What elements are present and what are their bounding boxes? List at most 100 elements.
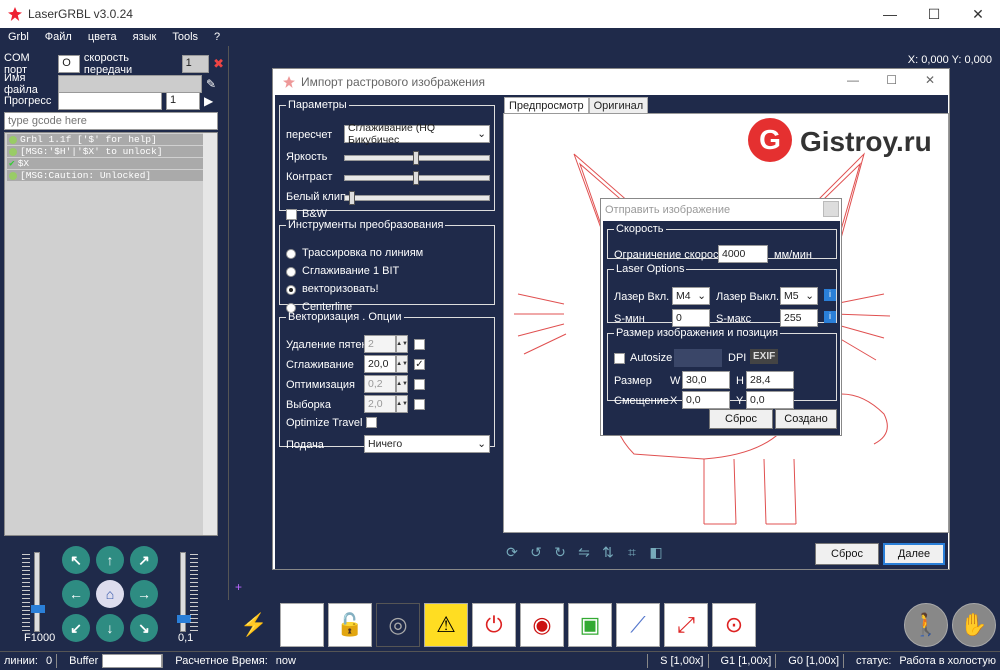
center-icon[interactable]: ◎ [376,603,420,647]
autosize-checkbox[interactable] [614,353,625,364]
speed-slider[interactable] [31,552,45,632]
connect-icon[interactable]: ⚡ [232,603,276,647]
despeckle-checkbox[interactable] [414,339,425,350]
run-icon[interactable]: ▶ [204,94,213,108]
smooth-spinner[interactable]: ▲▼ [396,355,408,373]
home-machine-icon[interactable]: ⌂ [280,603,324,647]
rotate-right-icon[interactable]: ↻ [551,543,569,561]
tool-radio-trace[interactable] [286,249,296,259]
dialog-minimize-button[interactable]: — [847,73,859,87]
rotate-icon[interactable]: ⟳ [503,543,521,561]
hold-icon[interactable]: ✋ [952,603,996,647]
tool-radio-vectorize[interactable] [286,285,296,295]
minimize-button[interactable]: — [868,0,912,28]
optimize-travel-checkbox[interactable] [366,417,377,428]
com-select[interactable]: O [58,55,80,73]
target-icon[interactable]: ◉ [520,603,564,647]
speed-limit-input[interactable]: 4000 [718,245,768,263]
smax-input[interactable]: 255 [780,309,818,327]
offset-y-input[interactable]: 0,0 [746,391,794,409]
g0-override[interactable]: G0 [1,00x] [784,655,843,667]
axis-icon[interactable]: ⟋ [616,603,660,647]
offset-x-input[interactable]: 0,0 [682,391,730,409]
brightness-slider[interactable] [344,151,490,165]
menu-file[interactable]: Файл [37,31,80,43]
feed-select[interactable]: Ничего ⌄ [364,435,490,453]
optimize-checkbox[interactable] [414,379,425,390]
menu-colors[interactable]: цвета [80,31,125,43]
sampling-spinner[interactable]: ▲▼ [396,395,408,413]
home-button[interactable]: ⌂ [96,580,124,608]
optimize-input[interactable]: 0,2 [364,375,396,393]
open-file-icon[interactable]: ✎ [206,77,216,91]
laser-off-select[interactable]: M5 ⌄ [780,287,818,305]
flip-vertical-icon[interactable]: ⇅ [599,543,617,561]
tab-original[interactable]: Оригинал [588,97,649,114]
jog-down-button[interactable]: ↓ [96,614,124,642]
send-reset-button[interactable]: Сброс [709,409,773,429]
jog-down-left-button[interactable]: ↙ [62,614,90,642]
s-override[interactable]: S [1,00x] [656,655,707,667]
tab-preview[interactable]: Предпросмотр [504,97,589,114]
step-slider[interactable] [177,552,191,632]
baud-select[interactable]: 1 [181,55,210,73]
jog-left-button[interactable]: ← [62,580,90,608]
smin-input[interactable]: 0 [672,309,710,327]
menu-tools[interactable]: Tools [164,31,206,43]
menu-help[interactable]: ? [206,31,228,43]
despeckle-spinner[interactable]: ▲▼ [396,335,408,353]
stop-icon[interactable]: ⏻ [472,603,516,647]
send-dialog-close-button[interactable] [823,201,839,217]
spot-icon[interactable]: ⊙ [712,603,756,647]
sampling-input[interactable]: 2,0 [364,395,396,413]
disconnect-icon[interactable]: ✖ [213,56,224,72]
contrast-slider[interactable] [344,171,490,185]
laser-on-select[interactable]: M4 ⌄ [672,287,710,305]
dialog-reset-button[interactable]: Сброс [815,543,879,565]
walk-icon[interactable]: 🚶 [904,603,948,647]
rotate-left-icon[interactable]: ↺ [527,543,545,561]
autosize-label: Autosize [630,352,673,364]
optimize-spinner[interactable]: ▲▼ [396,375,408,393]
jog-up-button[interactable]: ↑ [96,546,124,574]
send-create-button[interactable]: Создано [775,409,837,429]
menu-language[interactable]: язык [125,31,165,43]
copies-stepper[interactable]: 1 [166,92,200,110]
exif-button[interactable]: EXIF [750,349,779,364]
jog-down-right-button[interactable]: ↘ [130,614,158,642]
white-clip-slider[interactable] [344,191,490,205]
gcode-input[interactable] [4,112,218,130]
jog-right-button[interactable]: → [130,580,158,608]
resample-select[interactable]: Сглаживание (HQ Бикубичес ⌄ [344,122,490,146]
resize-icon[interactable]: ⤢ [664,603,708,647]
sampling-checkbox[interactable] [414,399,425,410]
dpi-input[interactable] [674,349,722,367]
jog-up-left-button[interactable]: ↖ [62,546,90,574]
crop-icon[interactable]: ⌗ [623,543,641,561]
despeckle-label: Удаление пятен [286,339,368,351]
jog-up-right-button[interactable]: ↗ [130,546,158,574]
menu-grbl[interactable]: Grbl [0,31,37,43]
laser-warning-icon[interactable]: ⚠ [424,603,468,647]
smooth-input[interactable]: 20,0 [364,355,396,373]
flip-horizontal-icon[interactable]: ⇋ [575,543,593,561]
close-button[interactable]: ✕ [956,0,1000,28]
state-label: статус: [856,655,892,667]
tool-radio-dither[interactable] [286,267,296,277]
unlock-icon[interactable]: 🔓 [328,603,372,647]
dialog-close-button[interactable]: ✕ [925,73,935,87]
despeckle-input[interactable]: 2 [364,335,396,353]
dialog-next-button[interactable]: Далее [883,543,945,565]
console-scrollbar[interactable] [203,133,217,535]
dialog-maximize-button[interactable]: ☐ [886,73,897,87]
height-input[interactable]: 28,4 [746,371,794,389]
g1-override[interactable]: G1 [1,00x] [717,655,776,667]
invert-icon[interactable]: ◧ [647,543,665,561]
maximize-button[interactable]: ☐ [912,0,956,28]
laser-info-icon[interactable]: i [824,289,836,301]
smooth-checkbox[interactable]: ✓ [414,359,425,370]
power-info-icon[interactable]: i [824,311,836,323]
width-input[interactable]: 30,0 [682,371,730,389]
contrast-label: Контраст [286,171,333,183]
frame-icon[interactable]: ▣ [568,603,612,647]
